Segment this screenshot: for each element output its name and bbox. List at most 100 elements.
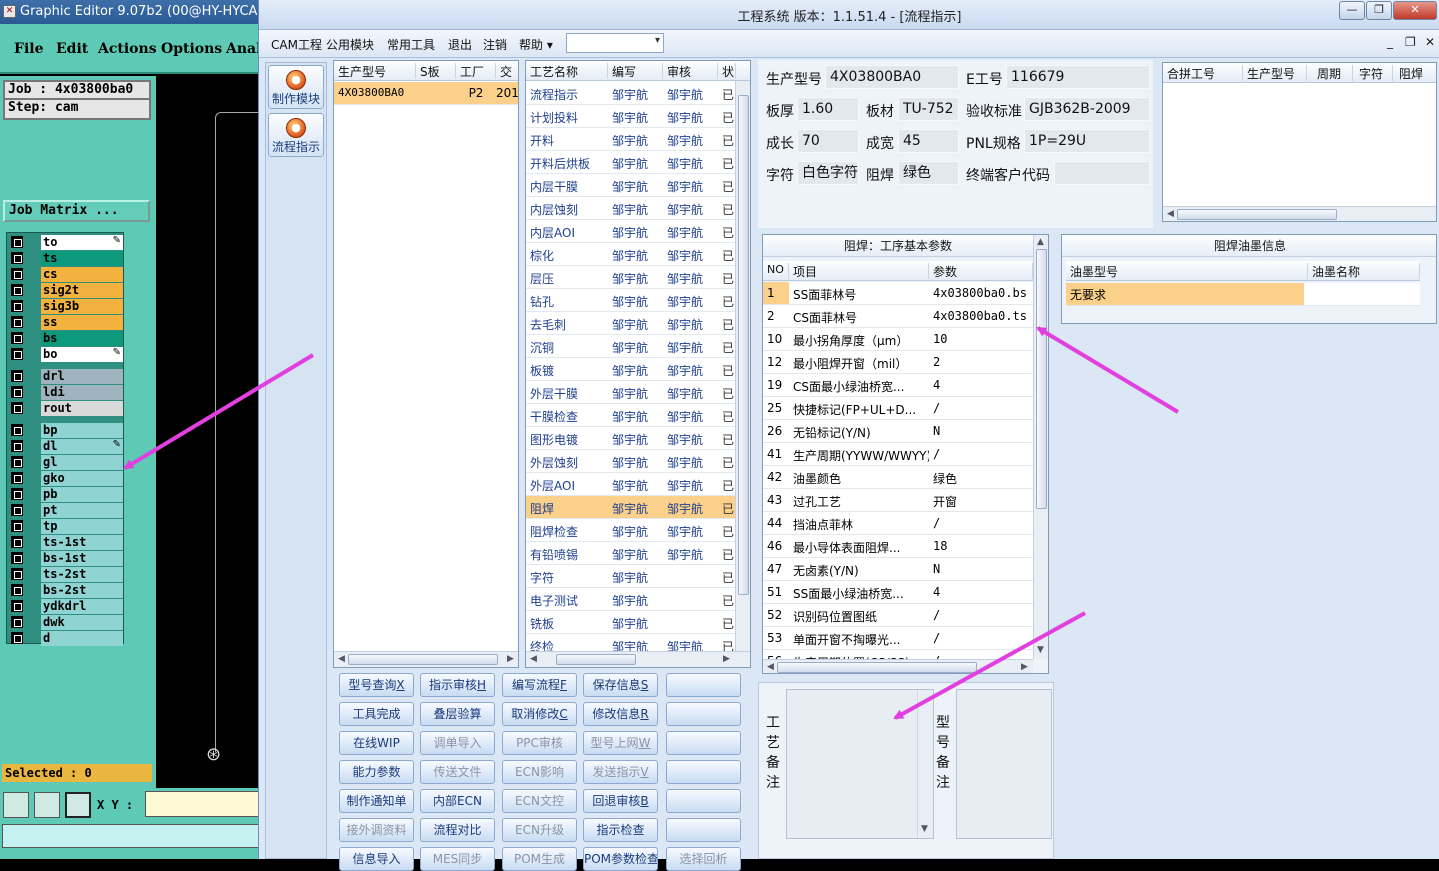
layer-row[interactable]: sig3b	[9, 299, 123, 314]
table-row[interactable]: 电子测试 邹宇航 已	[526, 588, 735, 611]
column-header[interactable]: 阻焊	[1393, 65, 1436, 81]
action-button[interactable]: MES同步	[420, 847, 495, 871]
layer-checkbox[interactable]	[11, 456, 23, 468]
layer-row[interactable]: sig2t	[9, 283, 123, 298]
action-button[interactable]	[666, 760, 741, 784]
action-button[interactable]: 制作通知单	[339, 789, 414, 813]
table-row[interactable]: 外层蚀刻 邹宇航 邹宇航 已	[526, 450, 735, 473]
layer-checkbox[interactable]	[11, 424, 23, 436]
action-button[interactable]: 发送指示V	[583, 760, 658, 784]
value-length[interactable]: 70	[797, 129, 859, 153]
table-row[interactable]: 1 SS面菲林号 4x03800ba0.bs	[763, 282, 1033, 305]
job-matrix-button[interactable]: Job Matrix ...	[3, 200, 150, 222]
value-thickness[interactable]: 1.60	[797, 97, 859, 121]
action-button[interactable]: 指示检查	[583, 818, 658, 842]
table-row[interactable]: 52 识别码位置图纸 /	[763, 604, 1033, 627]
layer-checkbox[interactable]	[11, 504, 23, 516]
column-header[interactable]: 合拼工号	[1163, 65, 1243, 81]
layer-checkbox[interactable]	[11, 632, 23, 644]
table-row[interactable]: 内层蚀刻 邹宇航 邹宇航 已	[526, 197, 735, 220]
layer-row[interactable]: pt	[9, 503, 123, 518]
table-row[interactable]: 12 最小阻焊开窗（mil） 2	[763, 351, 1033, 374]
mdi-restore-button[interactable]: ❐	[1405, 35, 1416, 49]
menu-file[interactable]: File	[14, 41, 43, 57]
mdi-minimize-button[interactable]: _	[1387, 35, 1393, 49]
layer-row[interactable]: drl	[9, 369, 123, 384]
column-header[interactable]: 编写	[608, 63, 663, 79]
column-header[interactable]: 参数	[929, 263, 1033, 279]
table-row[interactable]: 2 CS面菲林号 4x03800ba0.ts	[763, 305, 1033, 328]
layer-checkbox[interactable]	[11, 440, 23, 452]
menu-cam[interactable]: CAM工程	[271, 36, 322, 53]
table-row[interactable]: 44 挡油点菲林 /	[763, 512, 1033, 535]
menu-actions[interactable]: Actions	[98, 41, 157, 57]
action-button[interactable]: POM参数检查	[583, 847, 658, 871]
action-button[interactable]	[666, 731, 741, 755]
action-button[interactable]: 取消修改C	[502, 702, 577, 726]
action-button[interactable]: 型号上网W	[583, 731, 658, 755]
column-header[interactable]: S板	[416, 63, 456, 79]
layer-row[interactable]: d	[9, 631, 123, 646]
layer-checkbox[interactable]	[11, 600, 23, 612]
table-row[interactable]: 51 SS面最小绿油桥宽... 4	[763, 581, 1033, 604]
table-row[interactable]: 棕化 邹宇航 邹宇航 已	[526, 243, 735, 266]
action-button[interactable]: PPC审核	[502, 731, 577, 755]
layer-row[interactable]: to ✎	[9, 235, 123, 250]
column-header[interactable]: 周期	[1307, 65, 1353, 81]
horizontal-scrollbar[interactable]: ◀ ▶	[763, 659, 1033, 673]
minimize-button[interactable]: —	[1339, 1, 1365, 20]
action-button[interactable]: 叠层验算	[420, 702, 495, 726]
action-button[interactable]: ECN影响	[502, 760, 577, 784]
layer-checkbox[interactable]	[11, 488, 23, 500]
layer-checkbox[interactable]	[11, 552, 23, 564]
table-row[interactable]: 42 油墨颜色 绿色	[763, 466, 1033, 489]
table-row[interactable]: 53 单面开窗不掏曝光... /	[763, 627, 1033, 650]
layer-checkbox[interactable]	[11, 284, 23, 296]
layer-row[interactable]: ldi	[9, 385, 123, 400]
model-remark-textarea[interactable]	[956, 689, 1052, 839]
column-header[interactable]: 油墨名称	[1308, 263, 1420, 279]
menu-exit[interactable]: 退出	[448, 36, 472, 53]
value-legend[interactable]: 白色字符	[797, 161, 859, 185]
menu-common-tools[interactable]: 常用工具	[387, 36, 435, 53]
table-row[interactable]: 46 最小导体表面阻焊... 18	[763, 535, 1033, 558]
layer-row[interactable]: dl ✎	[9, 439, 123, 454]
action-button[interactable]: ECN文控	[502, 789, 577, 813]
process-remark-textarea[interactable]: ▼	[786, 689, 934, 839]
horizontal-scrollbar[interactable]: ◀ ▶	[334, 651, 518, 667]
xy-input[interactable]	[145, 791, 260, 817]
layer-row[interactable]: ts	[9, 251, 123, 266]
action-button[interactable]: 回退审核B	[583, 789, 658, 813]
table-row[interactable]: 26 无铅标记(Y/N) N	[763, 420, 1033, 443]
table-row[interactable]: 沉铜 邹宇航 邹宇航 已	[526, 335, 735, 358]
action-button[interactable]: 信息导入	[339, 847, 414, 871]
layer-row[interactable]: tp	[9, 519, 123, 534]
menu-combobox[interactable]	[566, 33, 664, 53]
layer-row[interactable]: bs-1st	[9, 551, 123, 566]
action-button[interactable]: 指示审核H	[420, 673, 495, 697]
table-row[interactable]: 10 最小拐角厚度（μm） 10	[763, 328, 1033, 351]
table-row[interactable]: 阻焊 邹宇航 邹宇航 已	[526, 496, 735, 519]
action-button[interactable]: 保存信息S	[583, 673, 658, 697]
layer-row[interactable]: cs	[9, 267, 123, 282]
layer-row[interactable]: bs	[9, 331, 123, 346]
layer-checkbox[interactable]	[11, 536, 23, 548]
table-row[interactable]: 41 生产周期(YYWW/WWYY) /	[763, 443, 1033, 466]
table-row[interactable]: 19 CS面最小绿油桥宽... 4	[763, 374, 1033, 397]
action-button[interactable]: ECN升级	[502, 818, 577, 842]
maximize-button[interactable]: ❐	[1366, 1, 1392, 20]
menu-analysis[interactable]: Anal	[226, 41, 261, 57]
layer-checkbox[interactable]	[11, 348, 23, 360]
menu-edit[interactable]: Edit	[56, 41, 88, 57]
table-row[interactable]: 铣板 邹宇航 已	[526, 611, 735, 634]
zoom-fit-icon[interactable]	[3, 792, 29, 818]
menu-common-modules[interactable]: 公用模块	[326, 36, 374, 53]
layer-row[interactable]: gko	[9, 471, 123, 486]
table-row[interactable]: 43 过孔工艺 开窗	[763, 489, 1033, 512]
table-row[interactable]: 层压 邹宇航 邹宇航 已	[526, 266, 735, 289]
table-row[interactable]: 字符 邹宇航 已	[526, 565, 735, 588]
value-customer-code[interactable]	[1054, 161, 1150, 185]
layer-checkbox[interactable]	[11, 300, 23, 312]
action-button[interactable]: 在线WIP	[339, 731, 414, 755]
action-button[interactable]: 修改信息R	[583, 702, 658, 726]
